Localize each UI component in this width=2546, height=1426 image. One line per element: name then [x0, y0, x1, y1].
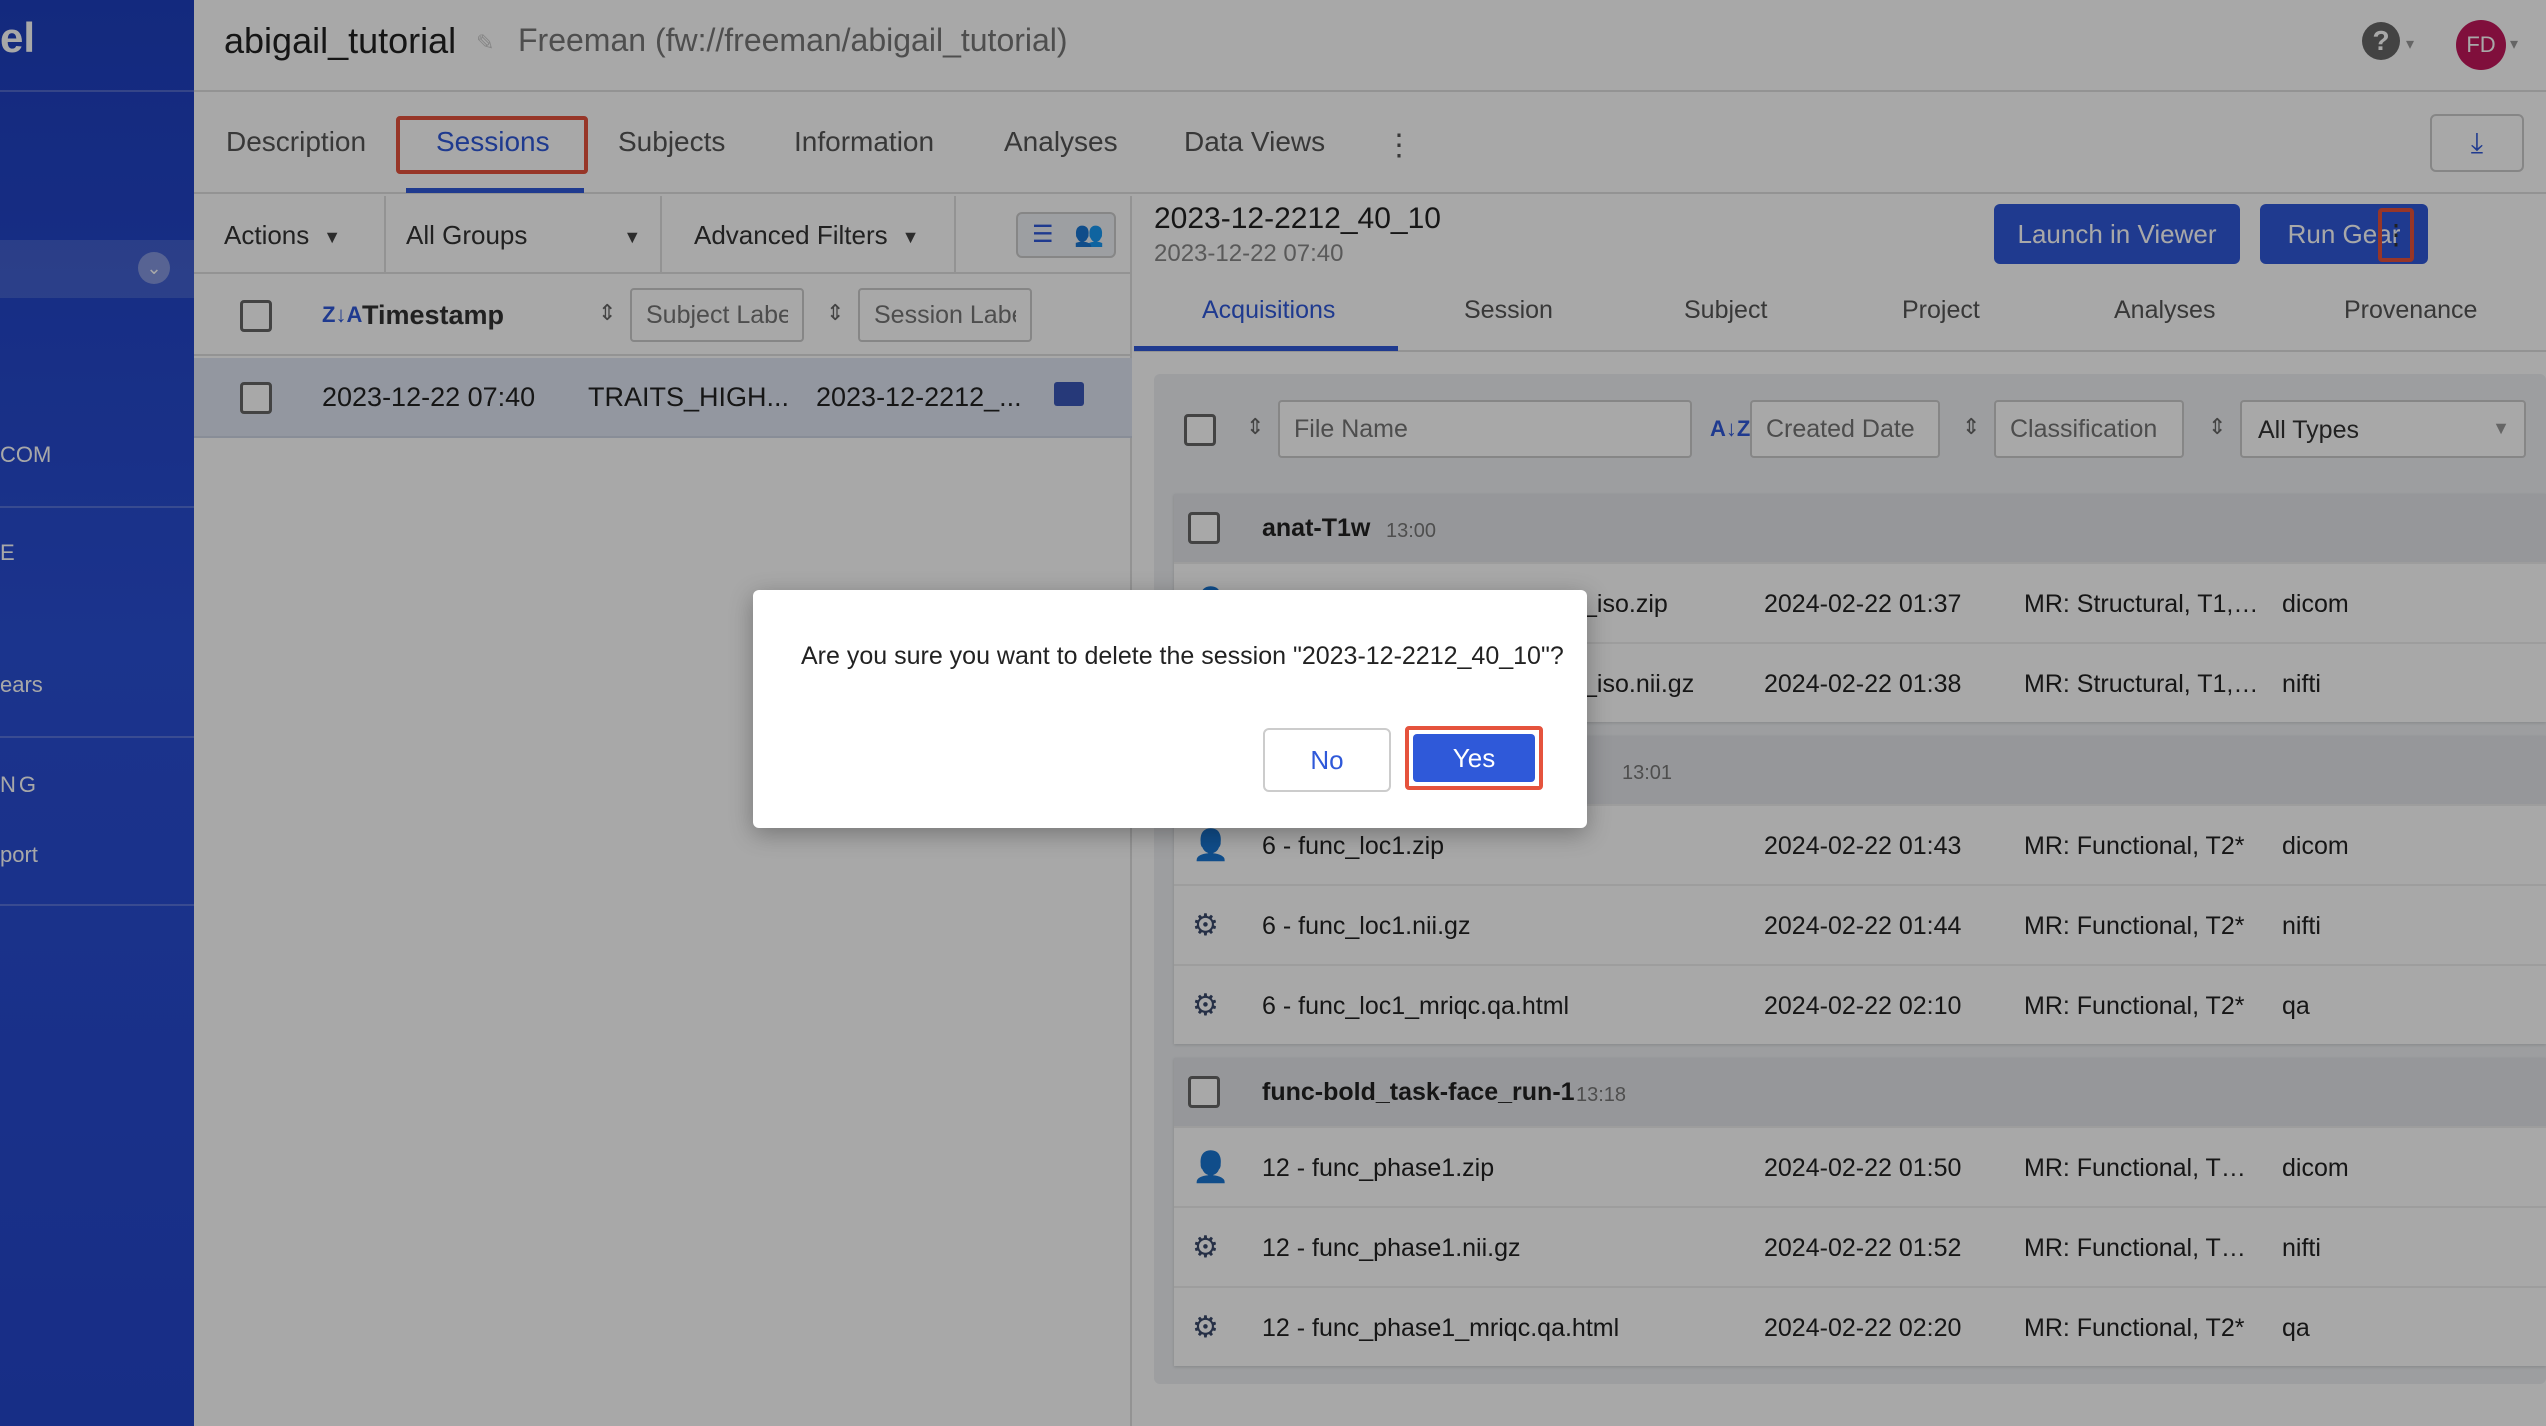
- highlight-box: Yes: [1405, 726, 1543, 790]
- dialog-message: Are you sure you want to delete the sess…: [801, 642, 1564, 670]
- confirm-delete-dialog: Are you sure you want to delete the sess…: [753, 590, 1587, 828]
- yes-button[interactable]: Yes: [1413, 734, 1535, 782]
- no-button[interactable]: No: [1263, 728, 1391, 792]
